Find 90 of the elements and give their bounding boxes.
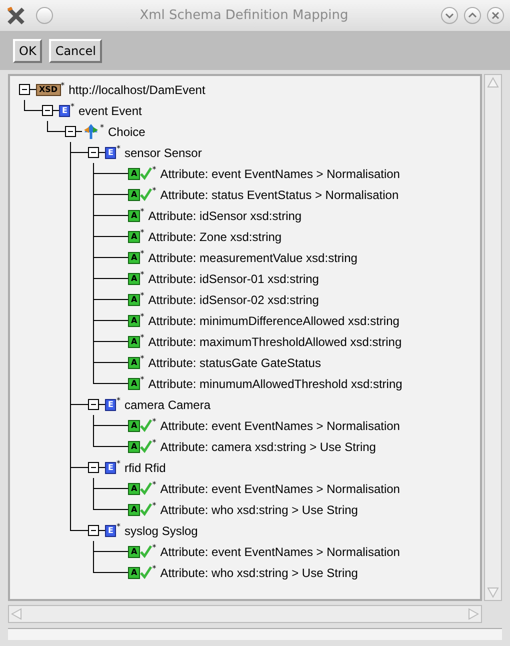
type-badge-icon: A — [128, 168, 140, 180]
type-badge-icon: A — [128, 336, 140, 348]
modified-marker: * — [116, 523, 120, 531]
type-badge-icon: E — [105, 146, 116, 158]
modified-marker: * — [140, 229, 144, 237]
modified-marker: * — [152, 439, 156, 447]
modified-marker: * — [152, 544, 156, 552]
type-badge-icon: A — [128, 482, 140, 494]
tree-node-label[interactable]: Attribute: idSensor-02 xsd:string — [148, 290, 319, 308]
tree-node-label[interactable]: Attribute: minumumAllowedThreshold xsd:string — [148, 374, 402, 392]
close-icon — [491, 11, 500, 20]
type-badge-icon: A — [128, 210, 140, 222]
type-badge-icon: A — [128, 356, 140, 368]
modified-marker: * — [140, 271, 144, 279]
collapse-toggle[interactable] — [88, 525, 99, 536]
tree-node-label[interactable]: camera Camera — [124, 396, 210, 414]
modified-marker: * — [116, 460, 120, 468]
type-badge-icon: A — [128, 504, 140, 516]
tree-node-label[interactable]: rfid Rfid — [124, 458, 166, 476]
chevron-down-icon — [445, 11, 454, 20]
collapse-toggle[interactable] — [42, 105, 53, 116]
collapse-toggle[interactable] — [88, 399, 99, 410]
maximize-button[interactable] — [464, 7, 481, 24]
collapse-toggle[interactable] — [88, 462, 99, 473]
modified-marker: * — [152, 481, 156, 489]
tree-node-label[interactable]: Attribute: measurementValue xsd:string — [148, 248, 358, 266]
app-logo-icon — [6, 6, 26, 24]
branch-arrows-icon — [82, 124, 100, 140]
tree-node-label[interactable]: Attribute: event EventNames > Normalisation — [160, 480, 400, 498]
modified-marker: * — [152, 187, 156, 195]
chevron-up-icon — [468, 11, 477, 20]
modified-marker: * — [100, 124, 104, 132]
collapse-toggle[interactable] — [19, 84, 30, 95]
type-badge-icon: E — [105, 462, 116, 474]
tree-node-label[interactable]: Attribute: who xsd:string > Use String — [160, 564, 358, 582]
tree-node-label[interactable]: Attribute: event EventNames > Normalisation — [160, 416, 400, 434]
dialog-button[interactable]: OK — [13, 39, 42, 63]
type-badge-icon: A — [128, 314, 140, 326]
tree-node-label[interactable]: Attribute: maximumThresholdAllowed xsd:string — [148, 332, 402, 350]
type-badge-icon: A — [128, 272, 140, 284]
tree-node-label[interactable]: Attribute: status EventStatus > Normalisation — [160, 186, 399, 204]
modified-marker: * — [140, 292, 144, 300]
type-badge-icon: E — [105, 398, 116, 410]
tree-node-label[interactable]: http://localhost/DamEvent — [68, 80, 206, 98]
close-button[interactable] — [487, 7, 504, 24]
tree-node-label[interactable]: Attribute: Zone xsd:string — [148, 228, 282, 246]
tree-node-label[interactable]: Attribute: event EventNames > Normalisation — [160, 164, 400, 182]
type-badge-icon: A — [128, 188, 140, 200]
modified-marker: * — [140, 208, 144, 216]
collapse-toggle[interactable] — [65, 126, 76, 137]
modified-marker: * — [152, 166, 156, 174]
tree-node-label[interactable]: Attribute: minimumDifferenceAllowed xsd:string — [148, 312, 400, 330]
collapse-toggle[interactable] — [88, 147, 99, 158]
type-badge-icon: A — [128, 252, 140, 264]
window-title: Xml Schema Definition Mapping — [138, 6, 350, 25]
modified-marker: * — [152, 502, 156, 510]
type-badge-icon: A — [128, 230, 140, 242]
modified-marker: * — [140, 313, 144, 321]
modified-marker: * — [140, 334, 144, 342]
dialog-button[interactable]: Cancel — [49, 39, 102, 63]
type-badge-icon: XSD — [36, 84, 61, 96]
minimize-button[interactable] — [441, 7, 458, 24]
modified-marker: * — [60, 82, 65, 90]
type-badge-icon: A — [128, 440, 140, 452]
tree-node-label[interactable]: Attribute: camera xsd:string > Use String — [160, 438, 376, 456]
modified-marker: * — [140, 355, 144, 363]
menu-button[interactable] — [36, 7, 53, 24]
modified-marker: * — [116, 397, 120, 405]
tree-node-label[interactable]: Choice — [108, 122, 146, 140]
type-badge-icon: A — [128, 294, 140, 306]
modified-marker: * — [116, 145, 120, 153]
tree-node-label[interactable]: Attribute: idSensor xsd:string — [148, 206, 302, 224]
type-badge-icon: E — [59, 104, 70, 116]
modified-marker: * — [140, 376, 144, 384]
tree-node-label[interactable]: syslog Syslog — [124, 522, 198, 540]
type-badge-icon: A — [128, 546, 140, 558]
modified-marker: * — [140, 250, 144, 258]
tree-node-label[interactable]: sensor Sensor — [124, 144, 202, 162]
tree-node-label[interactable]: Attribute: who xsd:string > Use String — [160, 500, 358, 518]
type-badge-icon: E — [105, 524, 116, 536]
tree-node-label[interactable]: Attribute: idSensor-01 xsd:string — [148, 270, 319, 288]
type-badge-icon: A — [128, 378, 140, 390]
modified-marker: * — [70, 103, 74, 111]
modified-marker: * — [152, 418, 156, 426]
modified-marker: * — [152, 565, 156, 573]
tree-node-label[interactable]: event Event — [78, 102, 142, 120]
tree-node-label[interactable]: Attribute: event EventNames > Normalisation — [160, 542, 400, 560]
type-badge-icon: A — [128, 420, 140, 432]
tree-node-label[interactable]: Attribute: statusGate GateStatus — [148, 354, 321, 372]
type-badge-icon: A — [128, 566, 140, 578]
